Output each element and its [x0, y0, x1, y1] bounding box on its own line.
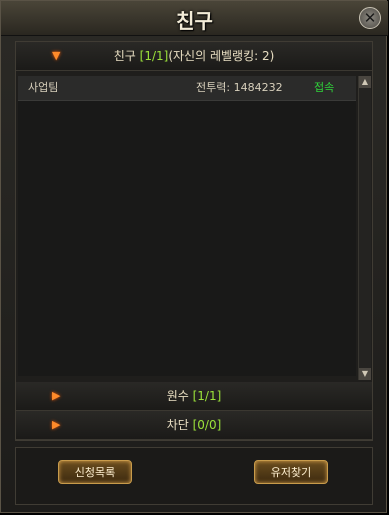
chevron-right-icon: ▶: [52, 389, 61, 402]
friends-section-label: 친구: [113, 49, 136, 63]
find-user-button[interactable]: 유저찾기: [254, 460, 328, 484]
chevron-down-icon: ▼: [52, 49, 61, 62]
scroll-up-icon[interactable]: ▲: [359, 76, 371, 88]
friends-panel: ▼ 친구 [1/1](자신의 레벨랭킹: 2) 사업팀 전투력: 1484232…: [15, 41, 373, 441]
friend-power-label: 전투력:: [196, 81, 231, 94]
friends-section-count: [1/1]: [139, 49, 169, 63]
close-icon[interactable]: ✕: [359, 7, 381, 29]
footer-bar: 신청목록 유저찾기: [15, 447, 373, 505]
enemies-section-label: 원수: [166, 389, 189, 403]
friend-power-value: 1484232: [233, 81, 283, 94]
window-title: 친구: [176, 9, 213, 33]
friend-row[interactable]: 사업팀 전투력: 1484232 접속: [18, 76, 356, 101]
titlebar[interactable]: 친구 ✕: [1, 1, 388, 36]
friend-status: 접속: [314, 81, 335, 94]
friend-power: 전투력: 1484232: [196, 76, 283, 100]
friends-section-header[interactable]: ▼ 친구 [1/1](자신의 레벨랭킹: 2): [16, 42, 372, 71]
enemies-section-count: [1/1]: [192, 389, 222, 403]
blocked-section-count: [0/0]: [192, 418, 222, 432]
blocked-section-header[interactable]: ▶ 차단 [0/0]: [16, 411, 372, 440]
friends-list: 사업팀 전투력: 1484232 접속: [18, 76, 356, 376]
chevron-right-icon: ▶: [52, 418, 61, 431]
friends-window: 친구 ✕ ▼ 친구 [1/1](자신의 레벨랭킹: 2) 사업팀 전투력: 14…: [0, 0, 388, 513]
friends-scrollbar[interactable]: ▲ ▼: [358, 76, 371, 380]
friend-name: 사업팀: [28, 81, 59, 94]
enemies-section-header[interactable]: ▶ 원수 [1/1]: [16, 382, 372, 411]
friends-section-ranking: (자신의 레벨랭킹: 2): [168, 49, 275, 63]
request-list-button[interactable]: 신청목록: [58, 460, 132, 484]
scroll-down-icon[interactable]: ▼: [359, 368, 371, 380]
blocked-section-label: 차단: [166, 418, 189, 432]
